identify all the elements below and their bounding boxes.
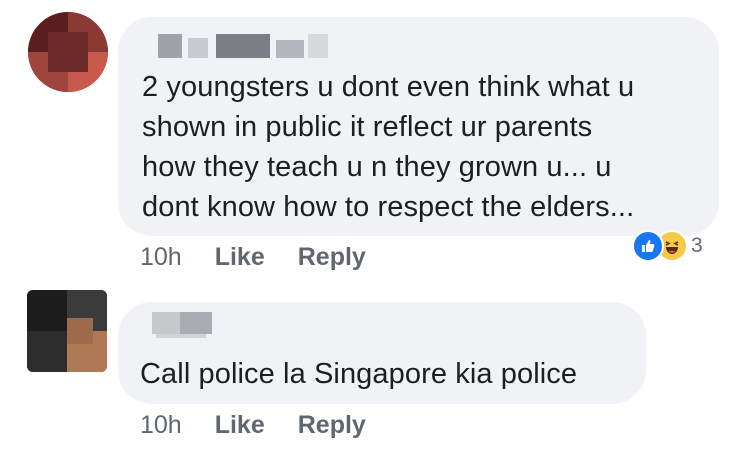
reaction-summary[interactable]: 3 <box>632 230 703 262</box>
comment-bubble: 2 youngsters u dont even think what u sh… <box>118 17 719 236</box>
commenter-name-redacted[interactable] <box>152 312 212 338</box>
comment-line: 2 youngsters u dont even think what u <box>142 71 635 103</box>
comment-timestamp[interactable]: 10h <box>140 411 182 440</box>
comment-bubble: Call police la Singapore kia police <box>118 302 646 404</box>
comment-actions: 10h Like Reply <box>140 411 366 440</box>
avatar[interactable] <box>27 290 107 372</box>
comment-text: 2 youngsters u dont even think what u sh… <box>142 67 634 227</box>
comment-line: shown in public it reflect ur parents <box>142 111 593 143</box>
reaction-count: 3 <box>691 234 703 257</box>
reply-button[interactable]: Reply <box>298 243 366 272</box>
like-button[interactable]: Like <box>215 411 265 440</box>
comment-line: how they teach u n they grown u... u <box>142 151 612 183</box>
commenter-name-redacted[interactable] <box>158 34 328 58</box>
comment-line: dont know how to respect the elders... <box>142 191 635 223</box>
comment-timestamp[interactable]: 10h <box>140 243 182 272</box>
comment-actions: 10h Like Reply <box>140 243 366 272</box>
reply-button[interactable]: Reply <box>298 411 366 440</box>
like-icon <box>632 230 664 262</box>
comment-thread: 2 youngsters u dont even think what u sh… <box>0 0 750 471</box>
comment-line: Call police la Singapore kia police <box>140 358 578 390</box>
avatar[interactable] <box>28 12 108 92</box>
comment-text: Call police la Singapore kia police <box>140 354 577 394</box>
like-button[interactable]: Like <box>215 243 265 272</box>
